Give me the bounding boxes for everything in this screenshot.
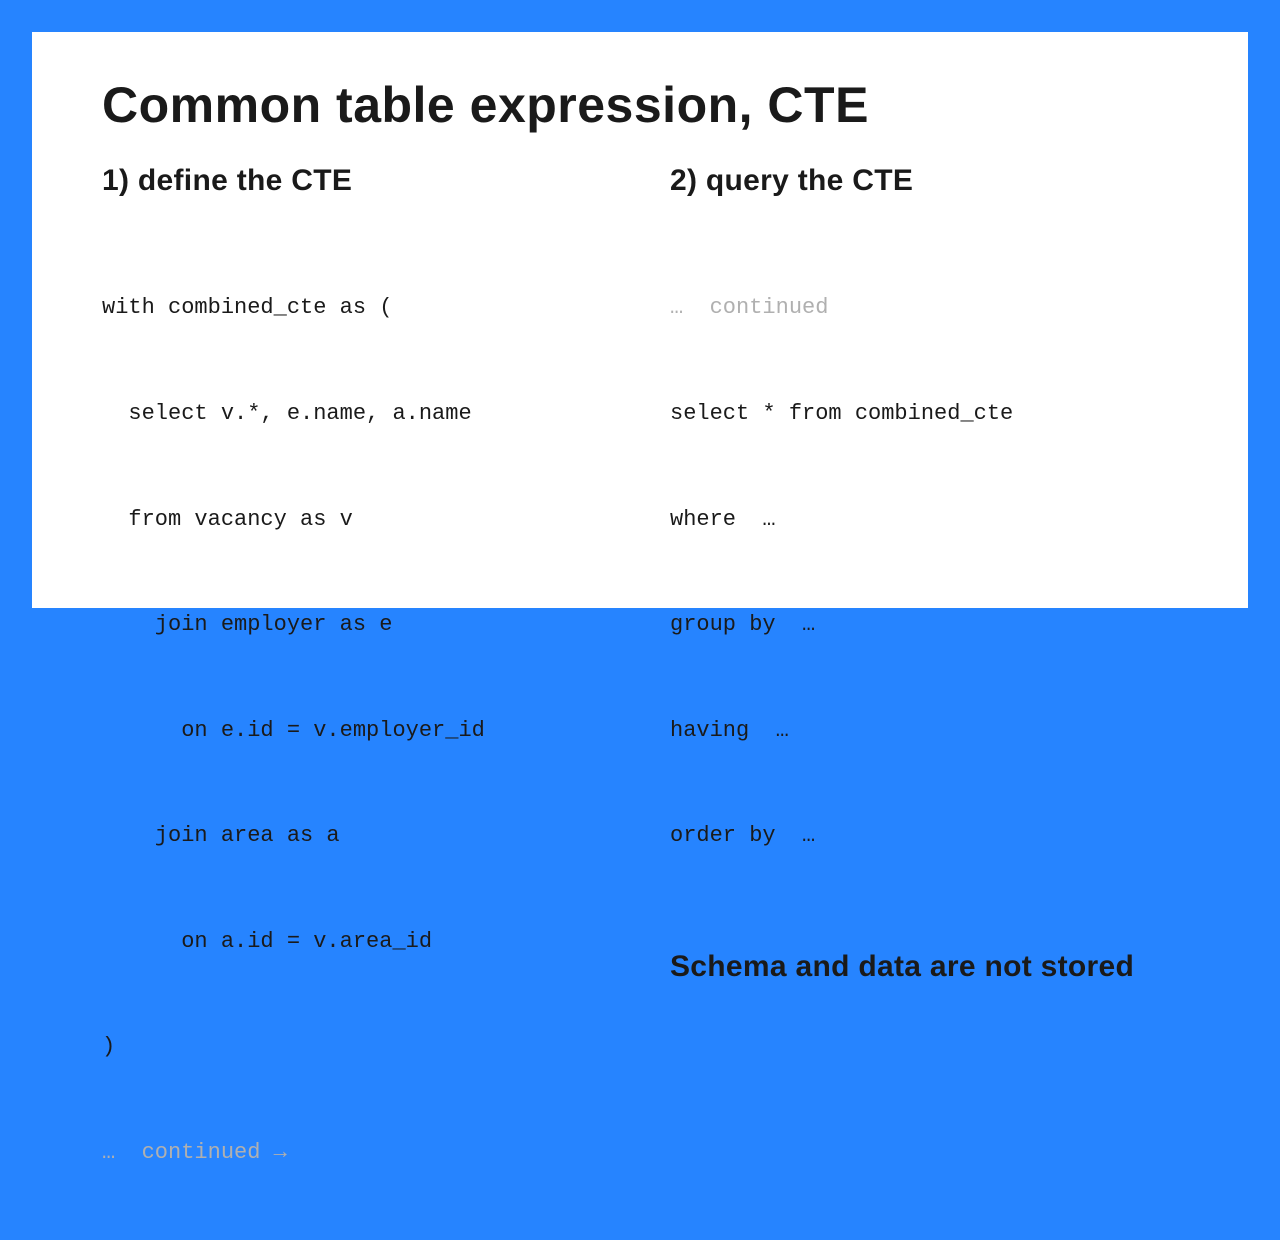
continued-marker: … continued → bbox=[102, 1135, 610, 1170]
code-line: from vacancy as v bbox=[102, 502, 610, 537]
continued-marker: … continued bbox=[670, 290, 1178, 325]
code-line: group by … bbox=[670, 607, 1178, 642]
code-line: on e.id = v.employer_id bbox=[102, 713, 610, 748]
code-line: with combined_cte as ( bbox=[102, 290, 610, 325]
left-code-block: with combined_cte as ( select v.*, e.nam… bbox=[102, 220, 610, 1240]
slide-title: Common table expression, CTE bbox=[102, 76, 1178, 134]
code-line: ) bbox=[102, 1029, 610, 1064]
code-line: order by … bbox=[670, 818, 1178, 853]
code-line: join employer as e bbox=[102, 607, 610, 642]
right-code-block: … continued select * from combined_cte w… bbox=[670, 220, 1178, 924]
code-line: having … bbox=[670, 713, 1178, 748]
ellipsis-icon: … bbox=[670, 295, 710, 320]
left-heading: 1) define the CTE bbox=[102, 164, 610, 198]
left-column: 1) define the CTE with combined_cte as (… bbox=[102, 164, 610, 1240]
slide-card: Common table expression, CTE 1) define t… bbox=[32, 32, 1248, 608]
columns: 1) define the CTE with combined_cte as (… bbox=[102, 164, 1178, 1240]
code-line: select * from combined_cte bbox=[670, 396, 1178, 431]
code-line: where … bbox=[670, 502, 1178, 537]
continued-label: continued → bbox=[142, 1140, 287, 1165]
right-column: 2) query the CTE … continued select * fr… bbox=[670, 164, 1178, 1240]
code-line: join area as a bbox=[102, 818, 610, 853]
code-line: on a.id = v.area_id bbox=[102, 924, 610, 959]
code-line: select v.*, e.name, a.name bbox=[102, 396, 610, 431]
continued-label: continued bbox=[710, 295, 829, 320]
ellipsis-icon: … bbox=[102, 1140, 142, 1165]
right-heading: 2) query the CTE bbox=[670, 164, 1178, 198]
slide-note: Schema and data are not stored bbox=[670, 950, 1178, 984]
